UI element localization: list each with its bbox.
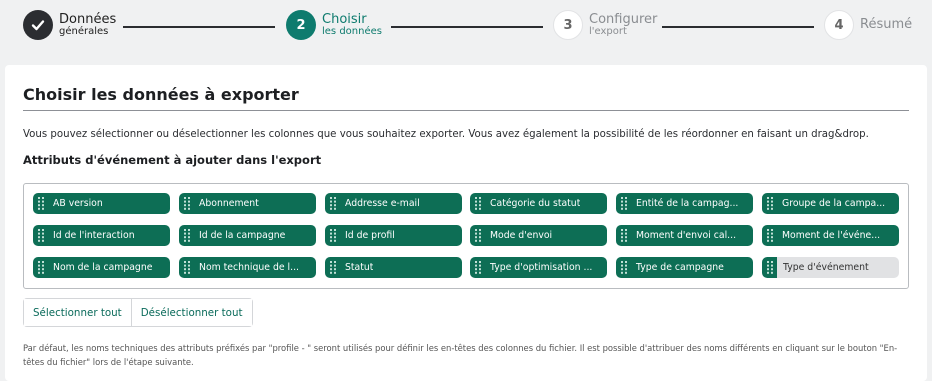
attribute-chip-label: Moment de l'événe... (782, 230, 881, 241)
drag-handle-icon[interactable] (325, 225, 341, 246)
attribute-chip[interactable]: Addresse e-mail (325, 193, 462, 214)
drag-handle-icon[interactable] (179, 225, 195, 246)
attribute-chip[interactable]: AB version (33, 193, 170, 214)
attribute-chip-label: Catégorie du statut (490, 198, 581, 209)
attribute-chip[interactable]: Id de l'interaction (33, 225, 170, 246)
attribute-chip-label: Groupe de la campa... (782, 198, 886, 209)
select-all-button[interactable]: Sélectionner tout (24, 299, 131, 326)
attribute-chip-label: AB version (53, 198, 103, 209)
step-subtitle: générales (59, 25, 109, 37)
drag-handle-icon[interactable] (470, 193, 486, 214)
step-title: Configurer (589, 11, 658, 27)
attribute-chip[interactable]: Abonnement (179, 193, 316, 214)
step-number: 3 (553, 10, 583, 40)
attribute-chip-list: AB version Abonnement Addresse e-mail Catég… (23, 183, 909, 289)
attribute-chip-label: Moment d'envoi cal... (636, 230, 737, 241)
drag-handle-icon[interactable] (762, 257, 777, 278)
drag-handle-icon[interactable] (762, 225, 778, 246)
footnote: Par défaut, les noms techniques des attr… (23, 343, 898, 367)
step-title: Choisir (322, 11, 367, 27)
check-icon (23, 10, 53, 40)
drag-handle-icon[interactable] (33, 257, 49, 278)
attribute-chip-label: Id de la campagne (199, 230, 286, 241)
step-subtitle: les données (322, 25, 382, 37)
drag-handle-icon[interactable] (616, 257, 632, 278)
step-subtitle: l'export (589, 25, 627, 37)
drag-handle-icon[interactable] (470, 225, 486, 246)
attribute-chip[interactable]: Moment de l'événe... (762, 225, 899, 246)
step-number: 2 (286, 10, 316, 40)
attribute-chip[interactable]: Statut (325, 257, 462, 278)
attribute-chip-label: Type d'optimisation ... (490, 262, 593, 273)
attribute-chip[interactable]: Groupe de la campa... (762, 193, 899, 214)
export-data-card: Choisir les données à exporter Vous pouv… (5, 65, 927, 381)
attribute-chip-label: Mode d'envoi (490, 230, 553, 241)
divider (23, 110, 909, 111)
step-connector (391, 26, 543, 28)
attribute-chip-label: Statut (345, 262, 374, 273)
attribute-chip-label: Type de campagne (636, 262, 724, 273)
description: Vous pouvez sélectionner ou déselectionn… (23, 129, 869, 140)
page-title: Choisir les données à exporter (23, 85, 299, 104)
attribute-chip-label: Entité de la campag... (636, 198, 739, 209)
drag-handle-icon[interactable] (616, 193, 632, 214)
attribute-chip[interactable]: Catégorie du statut (470, 193, 607, 214)
attribute-chip-label: Type d'événement (783, 262, 869, 273)
step-title: Résumé (860, 17, 913, 33)
step-connector (123, 26, 275, 28)
attribute-chip[interactable]: Entité de la campag... (616, 193, 753, 214)
attribute-chip-label: Addresse e-mail (345, 198, 420, 209)
drag-handle-icon[interactable] (616, 225, 632, 246)
selection-button-group: Sélectionner tout Désélectionner tout (23, 298, 253, 327)
step-connector (662, 26, 814, 28)
attribute-chip[interactable]: Nom de la campagne (33, 257, 170, 278)
step-choisir[interactable]: 2 Choisir les données (286, 10, 382, 40)
drag-handle-icon[interactable] (179, 257, 195, 278)
step-configurer[interactable]: 3 Configurer l'export (553, 10, 657, 40)
step-number: 4 (824, 10, 854, 40)
drag-handle-icon[interactable] (762, 193, 778, 214)
attribute-chip[interactable]: Mode d'envoi (470, 225, 607, 246)
attribute-chip[interactable]: Moment d'envoi cal... (616, 225, 753, 246)
step-donnees-generales[interactable]: Données générales (23, 10, 116, 40)
drag-handle-icon[interactable] (325, 257, 341, 278)
attribute-chip[interactable]: Nom technique de l... (179, 257, 316, 278)
attribute-chip[interactable]: Id de profil (325, 225, 462, 246)
step-resume[interactable]: 4 Résumé (824, 10, 912, 40)
drag-handle-icon[interactable] (33, 225, 49, 246)
drag-handle-icon[interactable] (470, 257, 486, 278)
drag-handle-icon[interactable] (33, 193, 49, 214)
attribute-chip-label: Abonnement (199, 198, 259, 209)
drag-handle-icon[interactable] (325, 193, 341, 214)
deselect-all-button[interactable]: Désélectionner tout (130, 299, 252, 326)
section-title: Attributs d'événement à ajouter dans l'e… (23, 153, 322, 167)
attribute-chip-label: Id de profil (345, 230, 395, 241)
attribute-chip-label: Id de l'interaction (53, 230, 135, 241)
step-title: Données (59, 11, 117, 27)
attribute-chip-label: Nom technique de l... (199, 262, 299, 273)
attribute-chip[interactable]: Type de campagne (616, 257, 753, 278)
attribute-chip[interactable]: Type d'événement (762, 257, 899, 278)
stepper: Données générales 2 Choisir les données … (0, 0, 932, 60)
attribute-chip[interactable]: Type d'optimisation ... (470, 257, 607, 278)
attribute-chip[interactable]: Id de la campagne (179, 225, 316, 246)
drag-handle-icon[interactable] (179, 193, 195, 214)
attribute-chip-label: Nom de la campagne (53, 262, 153, 273)
